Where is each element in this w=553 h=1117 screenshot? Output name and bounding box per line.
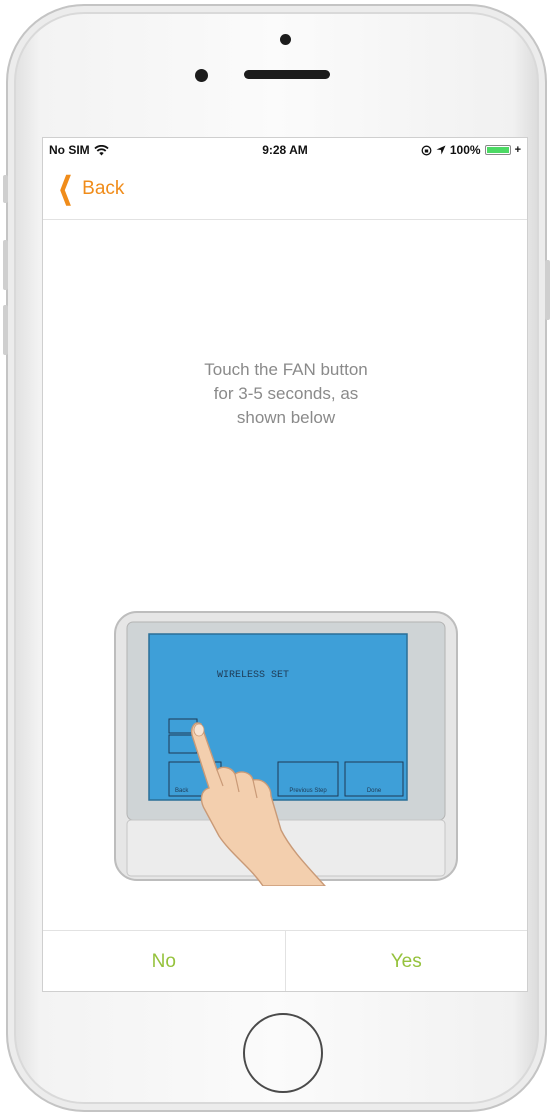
volume-up-button	[3, 240, 8, 290]
instruction-line-2: for 3-5 seconds, as	[213, 384, 359, 403]
instruction-line-3: shown below	[236, 408, 336, 427]
earpiece-speaker	[244, 70, 330, 79]
back-label: Back	[82, 178, 125, 199]
phone-screen: No SIM 9:28 AM 100% + ❮ Back Touch the F…	[42, 137, 528, 992]
chevron-left-icon: ❮	[58, 172, 74, 205]
instruction-text: Touch the FAN button for 3-5 seconds, as…	[103, 358, 469, 430]
front-camera	[280, 34, 291, 45]
no-button[interactable]: No	[43, 931, 285, 991]
device-done-label: Done	[367, 788, 382, 794]
back-button[interactable]: ❮ Back	[53, 172, 125, 205]
power-button	[545, 260, 550, 320]
navigation-bar: ❮ Back	[43, 164, 527, 220]
battery-level-fill	[486, 147, 509, 153]
status-right: 100% +	[421, 143, 521, 157]
proximity-sensor	[195, 69, 208, 82]
volume-down-button	[3, 305, 8, 355]
battery-percent: 100%	[449, 143, 481, 157]
battery-icon	[484, 145, 511, 155]
thermostat-illustration: WIRELESS SET Back Previous Step Done	[114, 611, 458, 886]
device-previous-step-label: Previous Step	[289, 788, 327, 794]
instruction-line-1: Touch the FAN button	[204, 360, 368, 379]
mute-switch	[3, 175, 8, 203]
lock-rotation-icon	[421, 145, 432, 155]
charging-icon: +	[514, 144, 521, 156]
home-button[interactable]	[243, 1013, 323, 1093]
yes-button[interactable]: Yes	[284, 931, 528, 991]
answer-bar: No Yes	[43, 930, 528, 991]
location-icon	[436, 145, 446, 155]
device-back-label: Back	[175, 788, 189, 794]
device-title: WIRELESS SET	[217, 670, 289, 681]
status-bar: No SIM 9:28 AM 100% +	[43, 138, 527, 164]
